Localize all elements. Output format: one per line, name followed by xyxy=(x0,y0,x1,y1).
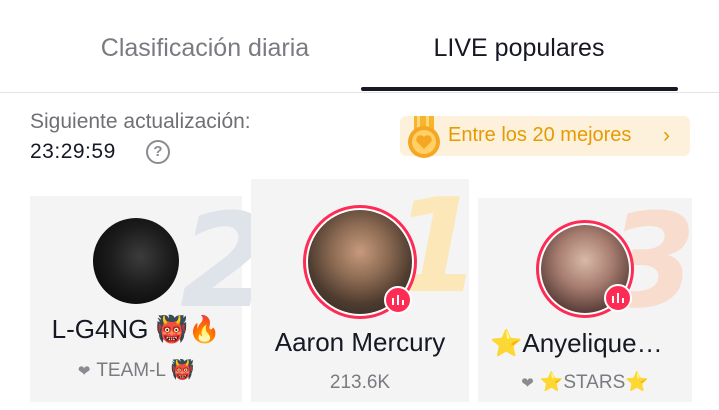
team-name: TEAM-L 👹 xyxy=(96,360,195,381)
top-20-label: Entre los 20 mejores xyxy=(448,124,632,146)
creator-name: Aaron Mercury xyxy=(274,327,446,357)
score-label: 213.6K xyxy=(329,372,391,393)
avatar[interactable] xyxy=(93,218,179,304)
team-label: ❤ TEAM-L 👹 xyxy=(30,358,242,382)
live-bars-icon xyxy=(612,293,624,303)
tab-live-popular[interactable]: LIVE populares xyxy=(360,28,678,68)
ranking-card-1[interactable]: 1 Aaron Mercury 213.6K xyxy=(251,179,481,402)
chevron-right-icon: › xyxy=(663,124,670,147)
tabs-divider xyxy=(0,92,719,93)
team-name: ⭐STARS⭐ xyxy=(539,372,649,393)
live-badge xyxy=(604,284,632,312)
heart-icon: ❤ xyxy=(77,363,91,380)
next-update-label: Siguiente actualización: xyxy=(30,110,251,133)
live-bars-icon xyxy=(392,295,404,305)
tab-daily-ranking[interactable]: Clasificación diaria xyxy=(40,28,370,68)
creator-name: ⭐Anyelique… xyxy=(490,328,663,358)
ranking-tabs: Clasificación diaria LIVE populares xyxy=(0,0,719,93)
question-circle-icon[interactable]: ? xyxy=(146,140,170,164)
team-label: ❤ ⭐STARS⭐ xyxy=(478,370,692,394)
creator-name: L-G4NG 👹🔥 xyxy=(51,314,221,344)
heart-icon: ❤ xyxy=(521,375,534,392)
ranking-card-2[interactable]: 2 L-G4NG 👹🔥 ❤ TEAM-L 👹 xyxy=(30,196,270,402)
gold-medal-heart-icon xyxy=(408,116,440,158)
ranking-card-3[interactable]: 3 ⭐Anyelique… ❤ ⭐STARS⭐ xyxy=(478,196,696,402)
live-badge xyxy=(384,286,412,314)
next-update-countdown: 23:29:59 xyxy=(30,140,116,163)
top-20-button[interactable]: Entre los 20 mejores › xyxy=(400,116,690,158)
active-tab-indicator xyxy=(361,87,678,91)
